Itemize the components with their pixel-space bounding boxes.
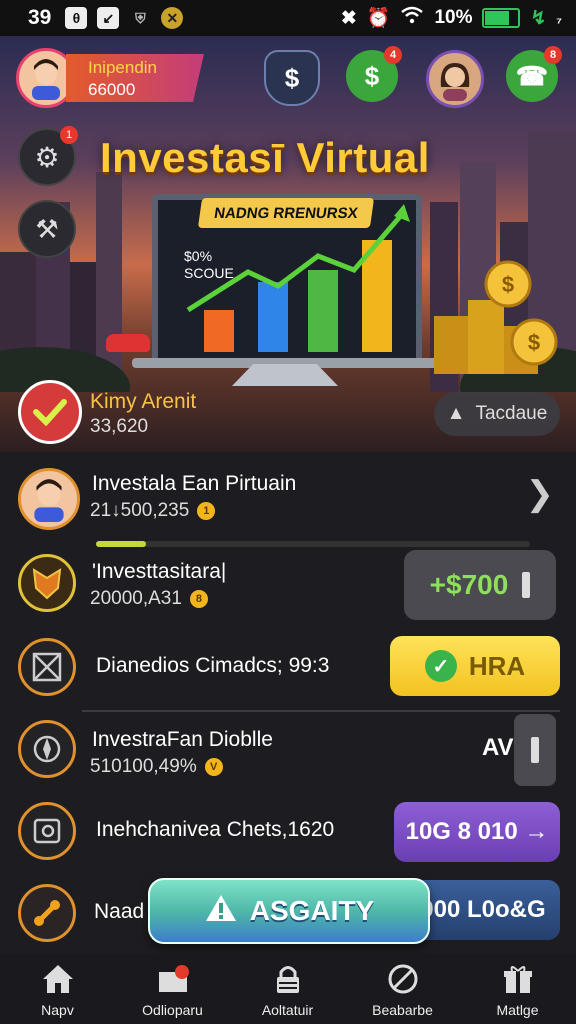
purchase-button[interactable]: 10G 8 010 → [394, 802, 560, 862]
phone-badge: 8 [544, 46, 562, 64]
status-bar: 39 θ ↙ ⛨ ✕ ✖ ⏰ 10% ↯ ₇ [0, 0, 576, 36]
friend-avatar[interactable] [426, 50, 484, 108]
signal-extra: ₇ [556, 10, 562, 26]
player-display-name: Kimy Arenit [90, 390, 197, 413]
fox-icon [18, 554, 76, 612]
settings-button[interactable]: ⚙ 1 [18, 126, 78, 186]
upload-icon: ▲ [446, 403, 466, 424]
list-item[interactable]: InvestraFan Dioblle 510100,49% V AV [0, 714, 576, 800]
settings-badge: 1 [60, 126, 78, 144]
chart-banner: NADNG RRENURSX [197, 198, 375, 228]
slider-handle[interactable] [522, 572, 531, 598]
warning-icon [204, 893, 238, 930]
hero-banner: Inipendin 66000 $ $ 4 ☎ 8 ⚙ 1 ⚒ Investas… [0, 36, 576, 452]
row-side-label: AV [482, 734, 514, 761]
battery-percent: 10% [434, 7, 473, 28]
trade-button[interactable]: ▲ Tacdaue [434, 392, 560, 436]
mail-icon [156, 962, 190, 996]
phone-button[interactable]: ☎ 8 [506, 46, 562, 102]
nav-label: Aoltatuir [261, 1002, 314, 1018]
hra-button[interactable]: ✓ HRA [390, 636, 560, 696]
nfc-icon: ✖ [340, 7, 357, 29]
hero-title: Investasī Virtual [100, 134, 430, 181]
svg-text:$: $ [528, 330, 540, 355]
app-icon: ⛨ [135, 9, 146, 26]
row-title: Inehchanivea Chets,1620 [96, 818, 335, 841]
list-item[interactable]: Investala Ean Pirtuain 21↓500,235 1 ❯ [0, 464, 576, 548]
lock-icon [271, 962, 305, 996]
chart-label: $0% SCOUE [184, 248, 234, 281]
nav-item-gift[interactable]: Matlge [460, 954, 575, 1024]
coin-stack: $ $ [434, 260, 558, 374]
crossed-box-icon [18, 638, 76, 696]
car-illustration [106, 334, 150, 352]
phone-icon: ☎ [515, 60, 549, 91]
compass-icon [18, 720, 76, 778]
player-name-banner: Inipendin 66000 [66, 54, 204, 102]
nav-label: Odlioparu [142, 1002, 203, 1018]
row-title: Dianedios Cimadcs; 99:3 [96, 654, 330, 677]
coin-icon: V [204, 758, 223, 776]
player-score: 33,620 [90, 416, 149, 437]
cash-badge: 4 [384, 46, 402, 64]
signal-icon: ↯ [530, 7, 547, 29]
nav-item-lock[interactable]: Aoltatuir [230, 954, 345, 1024]
app-icon: ↙ [97, 7, 120, 29]
player-balance: 66000 [88, 80, 136, 99]
assaity-button[interactable]: ASGAITY [148, 878, 430, 944]
row-title: Naad [94, 900, 145, 923]
shield-dollar-icon: $ [284, 62, 300, 93]
check-icon[interactable] [18, 380, 82, 444]
coin-icon: 1 [197, 502, 216, 520]
nav-label: Matlge [496, 1002, 539, 1018]
nav-label: Napv [41, 1002, 74, 1018]
assaity-label: ASGAITY [249, 895, 375, 926]
row-title: Investala Ean Pirtuain [92, 472, 297, 495]
slider-handle[interactable] [514, 714, 556, 786]
nav-label: Beabarbe [372, 1002, 433, 1018]
top-hud: Inipendin 66000 $ $ 4 ☎ 8 [16, 46, 562, 112]
gift-icon [501, 962, 535, 996]
row-subtitle: 21↓500,235 1 [90, 500, 216, 522]
bottom-nav: Napv Odlioparu Aoltatuir Beabarbe Matlge [0, 954, 576, 1024]
svg-text:$: $ [502, 272, 514, 297]
battery-icon [482, 8, 521, 28]
nav-item-mail[interactable]: Odlioparu [115, 954, 230, 1024]
home-icon [41, 962, 75, 996]
player-name: Inipendin [88, 58, 158, 77]
nav-item-home[interactable]: Napv [0, 954, 115, 1024]
list-item[interactable]: Dianedios Cimadcs; 99:3 ✓ HRA [0, 634, 576, 718]
forbidden-icon [386, 962, 420, 996]
checkmark-icon: ✓ [424, 650, 457, 682]
trade-label: Tacdaue [475, 403, 548, 424]
buy-button[interactable]: +$700 [404, 550, 556, 620]
gear-icon: ⚙ [34, 141, 60, 173]
safe-icon [18, 802, 76, 860]
cash-button[interactable]: $ 4 [346, 46, 402, 102]
progress-bar [96, 541, 530, 547]
coin-icon: 8 [189, 590, 208, 608]
dollar-icon: $ [364, 60, 380, 91]
tools-icon: ⚒ [35, 213, 59, 244]
app-icon: θ [65, 7, 88, 29]
status-time: 39 [28, 6, 52, 29]
list-item[interactable]: 'Investtasitara| 20000,A31 8 +$700 [0, 550, 576, 634]
investor-avatar [18, 468, 80, 530]
row-title: 'Investtasitara| [92, 560, 227, 583]
list-item[interactable]: Inehchanivea Chets,1620 10G 8 010 → [0, 800, 576, 884]
wifi-icon [400, 6, 424, 30]
chevron-right-icon[interactable]: ❯ [526, 474, 555, 514]
divider [82, 710, 560, 712]
row-subtitle: 510100,49% V [90, 756, 223, 778]
row-title: InvestraFan Dioblle [92, 728, 273, 751]
tools-button[interactable]: ⚒ [18, 200, 76, 258]
app-icon: ✕ [161, 7, 184, 29]
shield-dollar-button[interactable]: $ [264, 50, 320, 106]
alarm-icon: ⏰ [366, 8, 391, 29]
row-subtitle: 20000,A31 8 [90, 588, 208, 610]
nav-item-forbidden[interactable]: Beabarbe [345, 954, 460, 1024]
dumbbell-icon [18, 884, 76, 942]
player-row: Kimy Arenit 33,620 ▲ Tacdaue [0, 372, 576, 452]
